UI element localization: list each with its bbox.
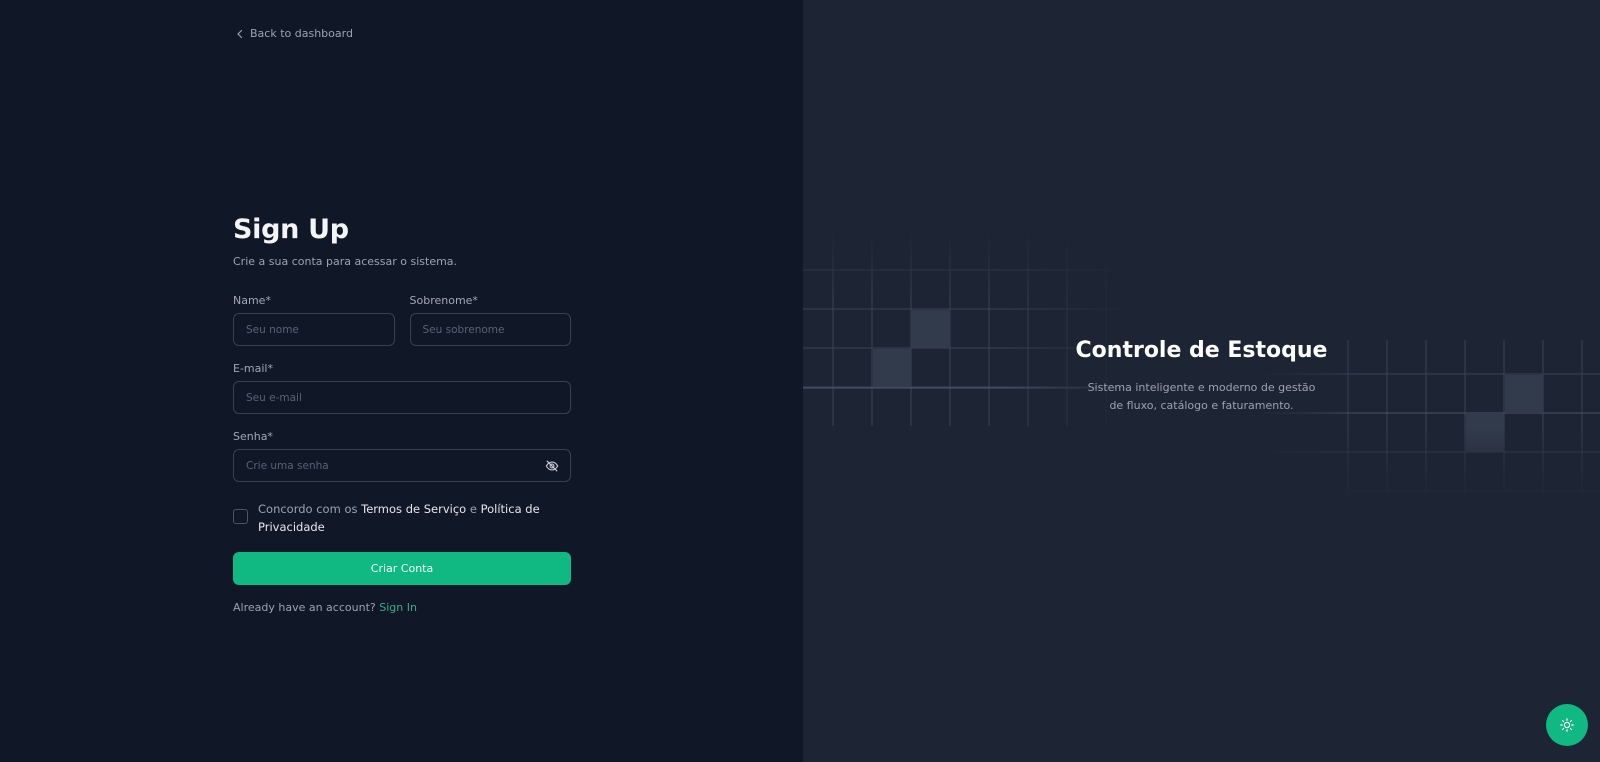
back-to-dashboard-link[interactable]: Back to dashboard: [235, 27, 353, 40]
last-name-field-group: Sobrenome*: [409, 294, 571, 346]
branding-panel: Controle de Estoque Sistema inteligente …: [803, 0, 1600, 762]
eye-off-icon[interactable]: [545, 459, 559, 473]
email-field-group: E-mail*: [233, 362, 571, 414]
password-field-group: Senha*: [233, 430, 571, 482]
page-subtitle: Crie a sua conta para acessar o sistema.: [233, 255, 458, 268]
sun-icon: [1560, 718, 1574, 732]
email-input[interactable]: [233, 381, 571, 414]
terms-of-service-link[interactable]: Termos de Serviço: [361, 502, 466, 516]
email-label: E-mail*: [233, 362, 273, 375]
signup-form: Sign Up Crie a sua conta para acessar o …: [233, 214, 571, 614]
first-name-input[interactable]: [233, 313, 395, 346]
terms-agreement: Concordo com os Termos de Serviço e Polí…: [233, 500, 571, 536]
password-input[interactable]: [233, 449, 571, 482]
terms-joiner: e: [466, 502, 481, 516]
signin-prompt-text: Already have an account?: [233, 601, 376, 614]
hero-subtitle: Sistema inteligente e moderno de gestão …: [1087, 381, 1316, 412]
create-account-button[interactable]: Criar Conta: [233, 552, 571, 585]
last-name-label: Sobrenome*: [409, 294, 478, 307]
terms-text: Concordo com os Termos de Serviço e Polí…: [258, 500, 571, 536]
signin-prompt: Already have an account? Sign In: [233, 601, 571, 614]
terms-checkbox[interactable]: [233, 509, 248, 524]
first-name-field-group: Name*: [233, 294, 395, 346]
terms-prefix: Concordo com os: [258, 502, 362, 516]
back-link-label: Back to dashboard: [250, 27, 353, 40]
last-name-input[interactable]: [409, 313, 571, 346]
theme-toggle-button[interactable]: [1546, 704, 1588, 746]
signin-link[interactable]: Sign In: [379, 601, 417, 614]
chevron-left-icon: [237, 29, 243, 38]
branding-hero: Controle de Estoque Sistema inteligente …: [803, 338, 1600, 415]
signup-panel: Back to dashboard Sign Up Crie a sua con…: [0, 0, 803, 762]
first-name-label: Name*: [233, 294, 271, 307]
hero-title: Controle de Estoque: [1075, 338, 1328, 363]
page-title: Sign Up: [233, 214, 349, 245]
password-label: Senha*: [233, 430, 273, 443]
